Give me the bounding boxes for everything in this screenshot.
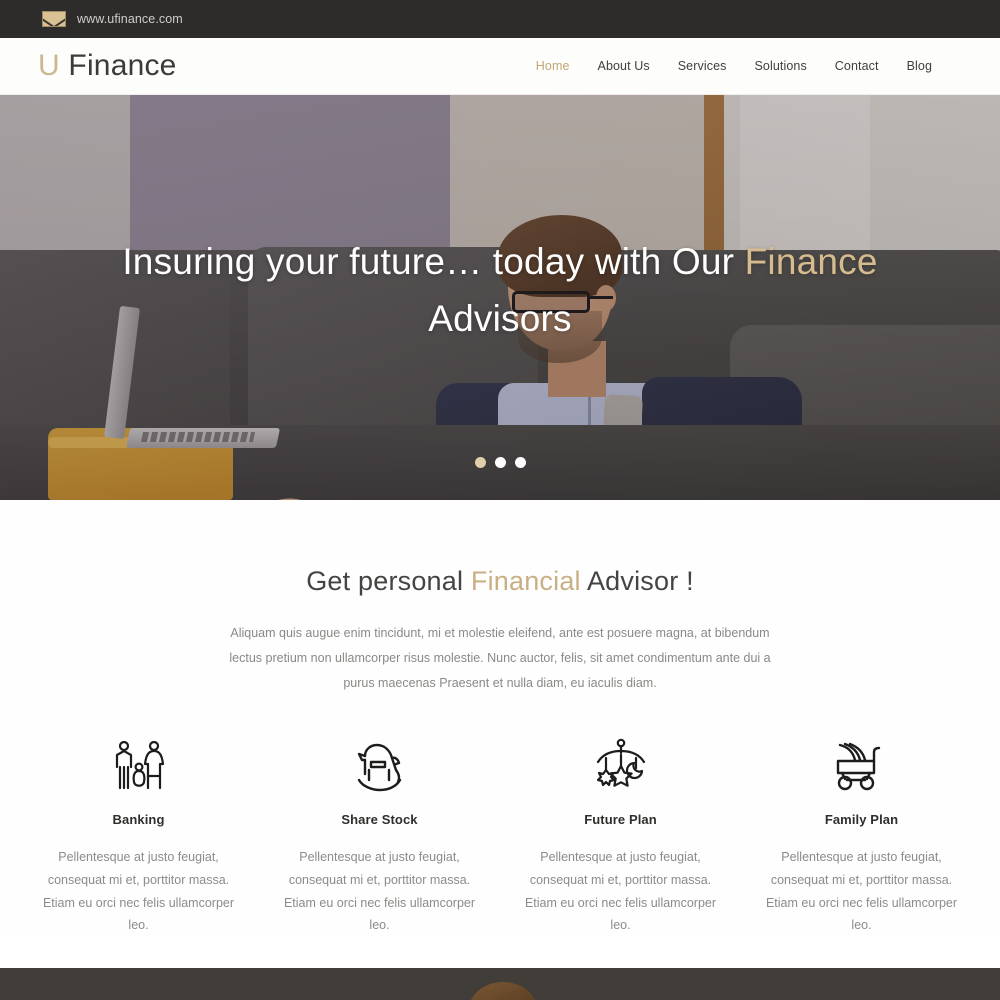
service-card-banking[interactable]: Banking Pellentesque at justo feugiat, c… [18,732,259,937]
person-head-silhouette [468,982,538,1000]
service-card-text: Pellentesque at justo feugiat, consequat… [283,850,476,933]
hero-headline-line1: Insuring your future… today with Our [122,241,735,283]
carousel-dot-2[interactable] [494,457,506,468]
hero-headline-line2: Advisors [428,297,572,339]
service-cards: Banking Pellentesque at justo feugiat, c… [0,732,1000,937]
section-title-part2: Advisor ! [586,566,694,596]
section-title: Get personal Financial Advisor ! [0,566,1000,597]
family-people-icon [32,732,245,792]
logo-mark: U [38,49,60,82]
section-title-gold: Financial [470,566,581,596]
service-card-title: Future Plan [584,812,657,827]
service-card-title: Family Plan [824,812,899,827]
main-navigation: Home About Us Services Solutions Contact… [522,59,946,73]
nav-item-blog[interactable]: Blog [893,59,946,73]
logo-text: Finance [68,49,177,82]
email-contact[interactable]: www.ufinance.com [42,11,183,27]
nav-item-contact[interactable]: Contact [821,59,893,73]
hero-banner: Insuring your future… today with Our Fin… [0,95,1000,500]
services-section: Get personal Financial Advisor ! Aliquam… [0,500,1000,937]
service-card-text: Pellentesque at justo feugiat, consequat… [42,850,235,933]
nav-item-solutions[interactable]: Solutions [740,59,820,73]
site-header: U Finance Home About Us Services Solutio… [0,38,1000,95]
baby-stroller-icon [755,732,968,792]
carousel-dot-3[interactable] [514,457,526,468]
service-card-text: Pellentesque at justo feugiat, consequat… [524,850,717,933]
hero-content: Insuring your future… today with Our Fin… [0,95,1000,500]
service-card-family-plan[interactable]: Family Plan Pellentesque at justo feugia… [741,732,982,937]
site-logo[interactable]: U Finance [38,49,177,83]
top-info-bar: www.ufinance.com [0,0,1000,38]
service-card-share-stock[interactable]: Share Stock Pellentesque at justo feugia… [259,732,500,937]
service-card-title: Share Stock [341,812,418,827]
nav-item-services[interactable]: Services [664,59,741,73]
baby-mobile-icon [514,732,727,792]
carousel-dot-1[interactable] [474,457,486,468]
service-card-future-plan[interactable]: Future Plan Pellentesque at justo feugia… [500,732,741,937]
envelope-icon [42,11,66,27]
section-lead-paragraph: Aliquam quis augue enim tincidunt, mi et… [229,626,771,690]
nav-item-about-us[interactable]: About Us [584,59,664,73]
hero-headline: Insuring your future… today with Our Fin… [110,234,890,346]
nav-item-home[interactable]: Home [522,59,584,73]
rocking-horse-icon [273,732,486,792]
website-url[interactable]: www.ufinance.com [77,12,183,26]
section-title-part1: Get personal [306,566,464,596]
service-card-text: Pellentesque at justo feugiat, consequat… [765,850,958,933]
hero-headline-gold: Finance [744,241,878,283]
service-card-title: Banking [112,812,165,827]
next-section-strip [0,968,1000,1000]
hero-carousel-dots [0,457,1000,468]
